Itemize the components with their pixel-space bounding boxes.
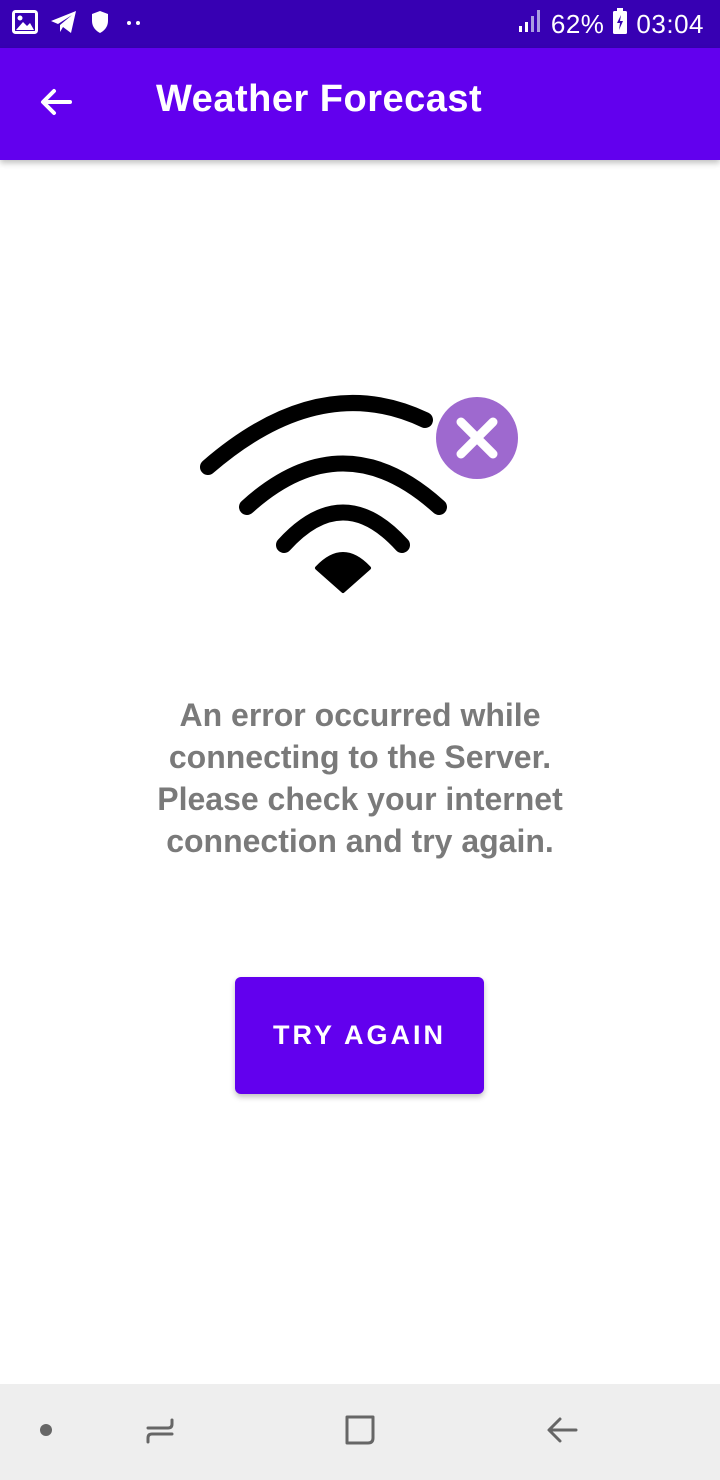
nav-dot-button[interactable] xyxy=(22,1408,70,1456)
home-button[interactable] xyxy=(336,1408,384,1456)
app-bar: Weather Forecast xyxy=(0,48,720,160)
error-badge xyxy=(436,397,518,479)
nav-back-button[interactable] xyxy=(538,1408,586,1456)
navigation-bar xyxy=(0,1384,720,1480)
error-illustration xyxy=(190,380,530,610)
signal-icon xyxy=(517,8,543,41)
dot-icon xyxy=(38,1422,54,1443)
try-again-button[interactable]: TRY AGAIN xyxy=(235,977,484,1094)
recent-apps-button[interactable] xyxy=(136,1408,184,1456)
image-icon xyxy=(12,9,38,39)
back-icon xyxy=(542,1410,582,1455)
back-button[interactable] xyxy=(24,76,88,132)
recent-apps-icon xyxy=(140,1410,180,1455)
page-title: Weather Forecast xyxy=(156,78,483,120)
status-notification-icons xyxy=(12,8,146,40)
telegram-icon xyxy=(50,10,78,39)
status-bar: 62% 03:04 xyxy=(0,0,720,48)
status-system-indicators: 62% 03:04 xyxy=(517,6,704,42)
wifi-off-icon xyxy=(200,395,518,593)
more-dots-icon xyxy=(122,10,146,39)
battery-charging-icon xyxy=(612,7,628,42)
error-message: An error occurred while connecting to th… xyxy=(157,697,563,859)
arrow-back-icon xyxy=(38,84,74,125)
shield-icon xyxy=(90,10,110,39)
home-icon xyxy=(340,1410,380,1455)
battery-percent: 62% xyxy=(550,8,605,39)
clock: 03:04 xyxy=(636,8,704,39)
